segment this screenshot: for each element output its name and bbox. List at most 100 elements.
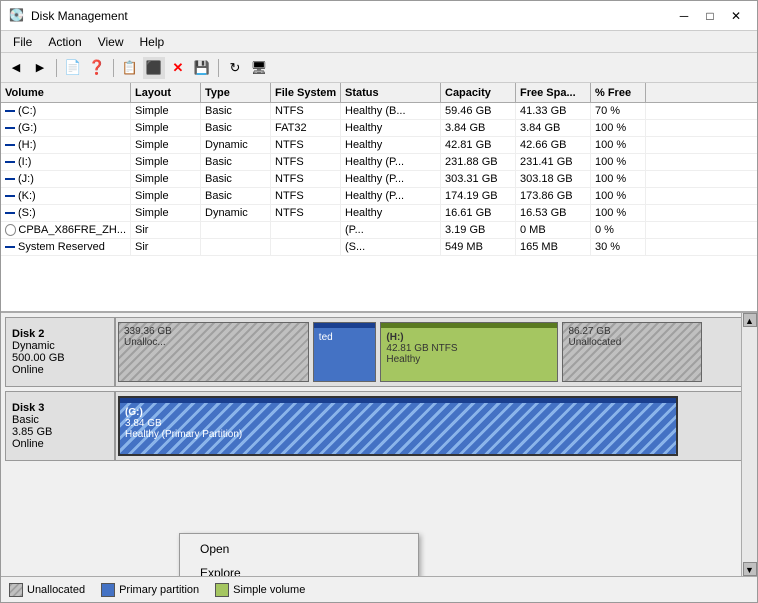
td-filesystem: NTFS (271, 154, 341, 170)
td-layout: Simple (131, 154, 201, 170)
td-volume: (S:) (1, 205, 131, 221)
menu-view[interactable]: View (90, 33, 132, 51)
td-status: Healthy (B... (341, 103, 441, 119)
td-status: Healthy (P... (341, 154, 441, 170)
col-header-volume[interactable]: Volume (1, 83, 131, 102)
context-menu: Open Explore Mark Partition as Active Ch… (179, 533, 419, 576)
disk-3-type: Basic (12, 414, 108, 426)
td-freepct: 100 % (591, 154, 646, 170)
col-header-freespace[interactable]: Free Spa... (516, 83, 591, 102)
col-header-freepct[interactable]: % Free (591, 83, 646, 102)
legend-primary-label: Primary partition (119, 584, 199, 596)
td-freespace: 41.33 GB (516, 103, 591, 119)
td-capacity: 42.81 GB (441, 137, 516, 153)
disk-3-g-volume[interactable]: (G:) 3.84 GB Healthy (Primary Partition) (118, 396, 678, 456)
volume-icon (5, 246, 15, 248)
volume-icon (5, 110, 15, 112)
toolbar-btn-refresh[interactable]: ↻ (224, 57, 246, 79)
scroll-up[interactable]: ▲ (743, 313, 757, 327)
ctx-explore[interactable]: Explore (180, 561, 418, 576)
td-filesystem (271, 239, 341, 255)
ctx-open[interactable]: Open (180, 537, 418, 561)
td-freespace: 42.66 GB (516, 137, 591, 153)
table-row[interactable]: CPBA_X86FRE_ZH... Sir (P... 3.19 GB 0 MB… (1, 222, 757, 239)
legend-unallocated-box (9, 583, 23, 597)
td-filesystem: NTFS (271, 188, 341, 204)
help-button[interactable]: ❓ (86, 57, 108, 79)
toolbar-btn-delete[interactable]: ✕ (167, 57, 189, 79)
td-status: Healthy (P... (341, 171, 441, 187)
close-button[interactable]: ✕ (723, 6, 749, 26)
table-row[interactable]: (G:) Simple Basic FAT32 Healthy 3.84 GB … (1, 120, 757, 137)
td-freespace: 165 MB (516, 239, 591, 255)
td-freepct: 100 % (591, 137, 646, 153)
td-type: Basic (201, 171, 271, 187)
properties-button[interactable]: 📄 (62, 57, 84, 79)
dvd-icon (5, 224, 16, 236)
disk-2-unalloc-2[interactable]: 86.27 GBUnallocated (562, 322, 702, 382)
maximize-button[interactable]: □ (697, 6, 723, 26)
disk-panel-2: Disk 2 Dynamic 500.00 GB Online 339.36 G… (5, 317, 753, 387)
scrollbar[interactable]: ▲ ▼ (741, 313, 757, 576)
td-type: Basic (201, 188, 271, 204)
td-capacity: 231.88 GB (441, 154, 516, 170)
minimize-button[interactable]: ─ (671, 6, 697, 26)
menu-action[interactable]: Action (40, 33, 89, 51)
td-type: Basic (201, 154, 271, 170)
table-row[interactable]: (C:) Simple Basic NTFS Healthy (B... 59.… (1, 103, 757, 120)
td-status: Healthy (341, 205, 441, 221)
toolbar-btn-4[interactable]: ⬛ (143, 57, 165, 79)
main-content: Volume Layout Type File System Status Ca… (1, 83, 757, 602)
table-row[interactable]: (I:) Simple Basic NTFS Healthy (P... 231… (1, 154, 757, 171)
td-layout: Simple (131, 137, 201, 153)
menu-file[interactable]: File (5, 33, 40, 51)
forward-button[interactable]: ▶ (29, 57, 51, 79)
legend-simple-box (215, 583, 229, 597)
table-row[interactable]: (K:) Simple Basic NTFS Healthy (P... 174… (1, 188, 757, 205)
td-layout: Simple (131, 120, 201, 136)
back-button[interactable]: ◀ (5, 57, 27, 79)
toolbar-btn-save[interactable]: 💾 (191, 57, 213, 79)
legend-unallocated: Unallocated (9, 583, 85, 597)
td-capacity: 3.84 GB (441, 120, 516, 136)
table-row[interactable]: (J:) Simple Basic NTFS Healthy (P... 303… (1, 171, 757, 188)
table-row[interactable]: (H:) Simple Dynamic NTFS Healthy 42.81 G… (1, 137, 757, 154)
col-header-filesystem[interactable]: File System (271, 83, 341, 102)
col-header-layout[interactable]: Layout (131, 83, 201, 102)
col-header-type[interactable]: Type (201, 83, 271, 102)
td-freepct: 30 % (591, 239, 646, 255)
menu-help[interactable]: Help (132, 33, 173, 51)
col-header-capacity[interactable]: Capacity (441, 83, 516, 102)
td-filesystem (271, 222, 341, 238)
td-status: Healthy (341, 137, 441, 153)
disk-2-unalloc-1[interactable]: 339.36 GBUnalloc... (118, 322, 309, 382)
disk-3-info: Disk 3 Basic 3.85 GB Online (6, 392, 116, 460)
table-row[interactable]: (S:) Simple Dynamic NTFS Healthy 16.61 G… (1, 205, 757, 222)
disk-2-h-volume[interactable]: (H:) 42.81 GB NTFS Healthy (380, 322, 558, 382)
disk-2-size: 500.00 GB (12, 352, 108, 364)
td-freespace: 16.53 GB (516, 205, 591, 221)
partition-top-bar (314, 323, 376, 328)
td-volume: (C:) (1, 103, 131, 119)
td-layout: Simple (131, 171, 201, 187)
td-freespace: 173.86 GB (516, 188, 591, 204)
table-header: Volume Layout Type File System Status Ca… (1, 83, 757, 103)
toolbar-btn-monitor[interactable]: 🖥 (248, 57, 270, 79)
toolbar-btn-3[interactable]: 📋 (119, 57, 141, 79)
table-row[interactable]: System Reserved Sir (S... 549 MB 165 MB … (1, 239, 757, 256)
td-type: Dynamic (201, 205, 271, 221)
title-bar: 💽 Disk Management ─ □ ✕ (1, 1, 757, 31)
disk-2-primary-1[interactable]: ted (313, 322, 377, 382)
td-status: Healthy (341, 120, 441, 136)
scroll-down[interactable]: ▼ (743, 562, 757, 576)
td-capacity: 303.31 GB (441, 171, 516, 187)
disk-panel-3: Disk 3 Basic 3.85 GB Online (G:) 3.84 GB… (5, 391, 753, 461)
disk-2-type: Dynamic (12, 340, 108, 352)
td-layout: Simple (131, 188, 201, 204)
td-capacity: 174.19 GB (441, 188, 516, 204)
col-header-status[interactable]: Status (341, 83, 441, 102)
disk-management-window: 💽 Disk Management ─ □ ✕ File Action View… (0, 0, 758, 603)
window-title: Disk Management (31, 9, 671, 23)
title-bar-controls: ─ □ ✕ (671, 6, 749, 26)
menu-bar: File Action View Help (1, 31, 757, 53)
